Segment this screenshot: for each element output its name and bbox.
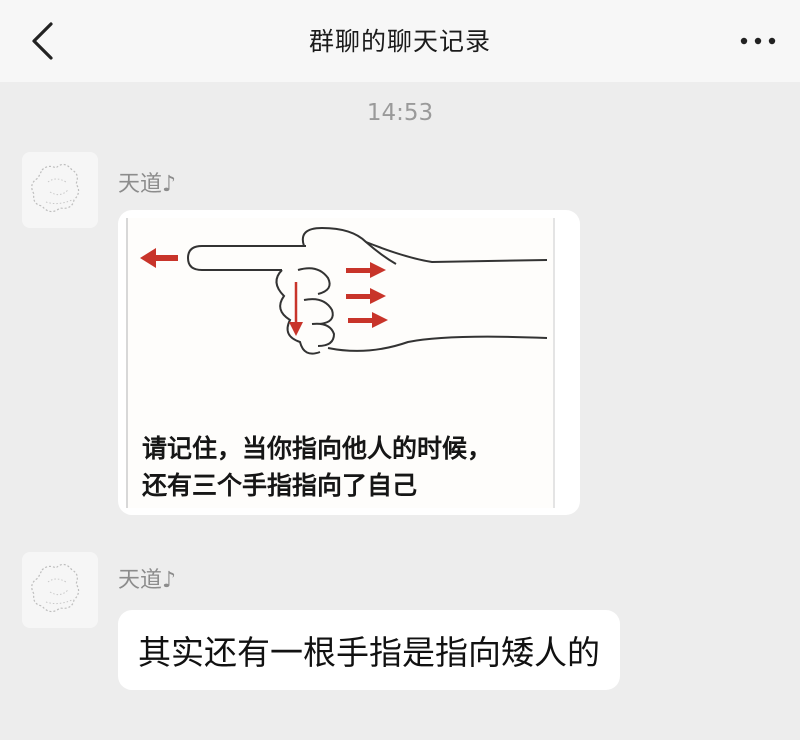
image-caption-line: 请记住，当你指向他人的时候， — [142, 434, 493, 463]
pointing-hand-illustration — [140, 226, 548, 355]
image-caption: 请记住，当你指向他人的时候， 还有三个手指指向了自己 — [142, 430, 492, 504]
message-timestamp: 14:53 — [366, 100, 434, 126]
page-title: 群聊的聊天记录 — [308, 27, 491, 56]
chat-header: 群聊的聊天记录 — [0, 0, 800, 82]
sender-name: 天道♪ — [118, 172, 177, 197]
image-message-bubble[interactable]: 请记住，当你指向他人的时候， 还有三个手指指向了自己 — [118, 210, 580, 515]
text-message-bubble[interactable]: 其实还有一根手指是指向矮人的 — [118, 610, 620, 690]
meme-image: 请记住，当你指向他人的时候， 还有三个手指指向了自己 — [126, 218, 555, 508]
sender-name: 天道♪ — [118, 568, 177, 593]
more-options-button[interactable] — [736, 26, 780, 56]
avatar-sketch-icon — [31, 163, 80, 213]
avatar[interactable] — [22, 152, 98, 228]
avatar-sketch-icon — [31, 563, 80, 613]
avatar[interactable] — [22, 552, 98, 628]
more-dots-icon — [740, 37, 776, 45]
image-caption-line: 还有三个手指指向了自己 — [142, 471, 418, 500]
